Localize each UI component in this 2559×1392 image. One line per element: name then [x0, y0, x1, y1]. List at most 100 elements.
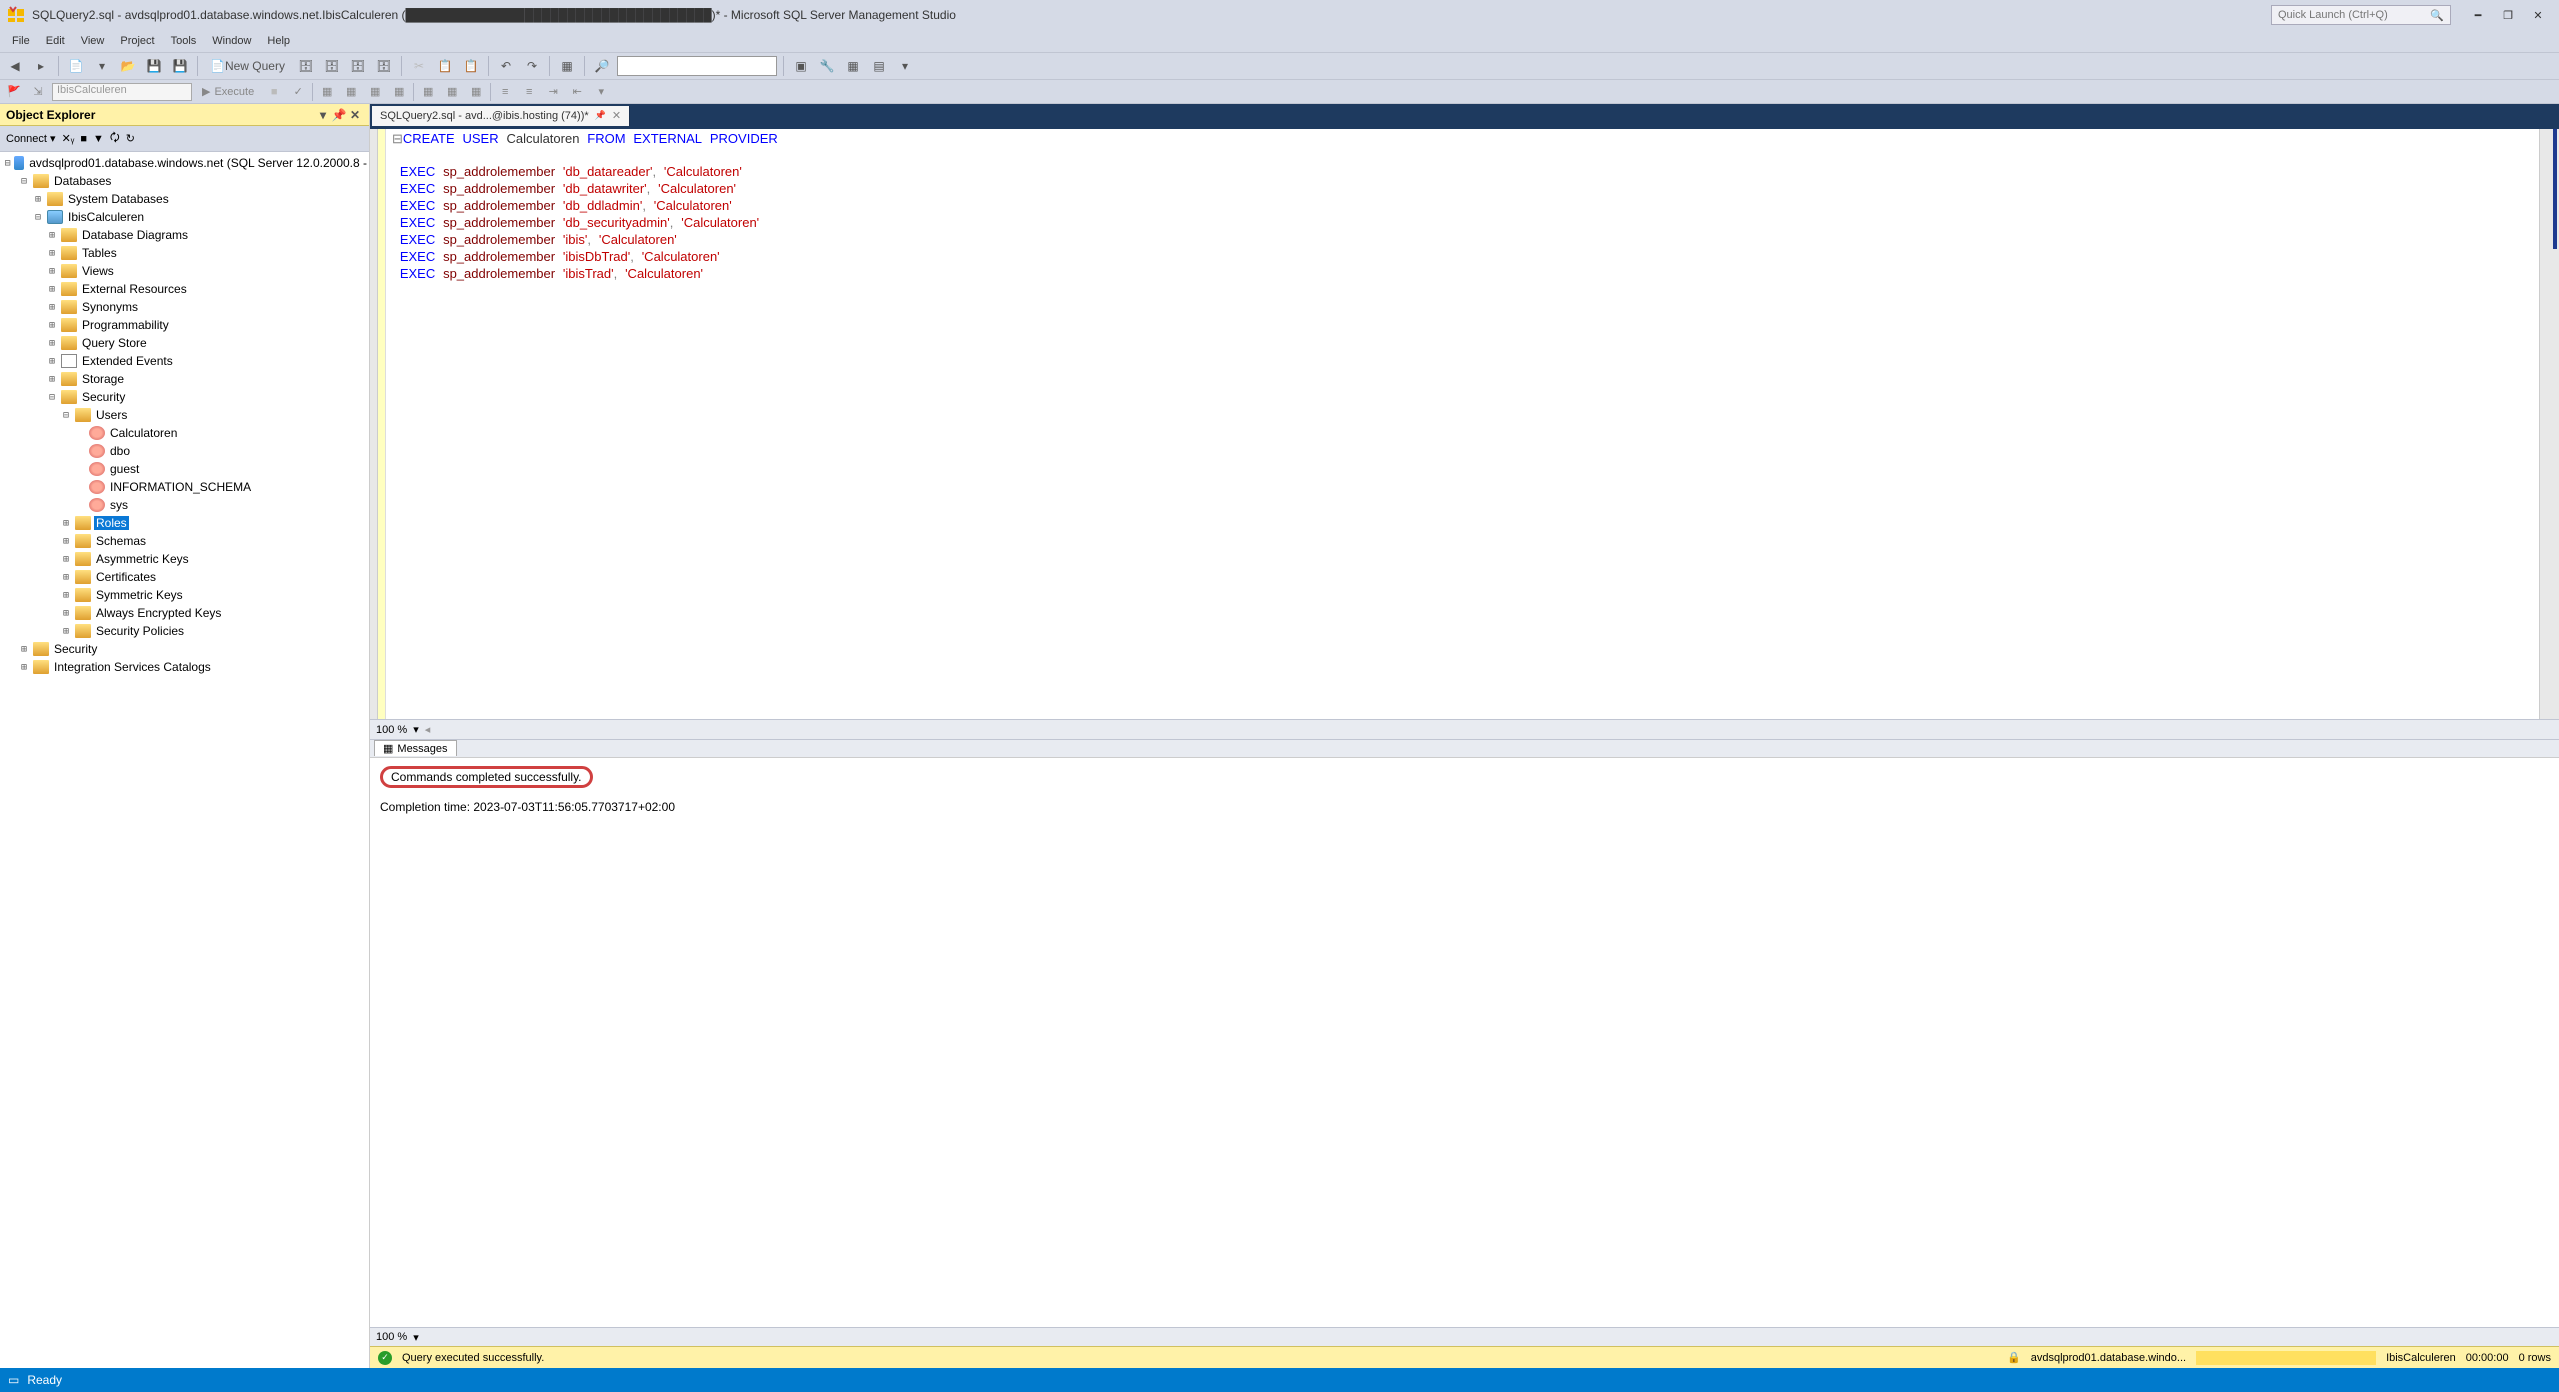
- tree-user-dbo[interactable]: dbo: [108, 444, 132, 458]
- stop-icon[interactable]: ■: [264, 82, 284, 102]
- new-dropdown-icon[interactable]: ▾: [91, 55, 113, 77]
- menu-project[interactable]: Project: [112, 33, 162, 49]
- results-file-icon[interactable]: ▦: [466, 82, 486, 102]
- uncomment-icon[interactable]: ≡: [519, 82, 539, 102]
- new-project-icon[interactable]: 📄: [65, 55, 87, 77]
- tree-roles[interactable]: Roles: [94, 516, 129, 530]
- save-all-icon[interactable]: 💾: [169, 55, 191, 77]
- tree-extended-events[interactable]: Extended Events: [80, 354, 175, 368]
- xmla-query-icon[interactable]: 🗄: [373, 55, 395, 77]
- connect-button[interactable]: Connect ▾: [6, 132, 56, 145]
- code-editor[interactable]: ⊟CREATE USER Calculatoren FROM EXTERNAL …: [370, 129, 2559, 719]
- indent-icon[interactable]: ⇥: [543, 82, 563, 102]
- maximize-button[interactable]: ❐: [2493, 5, 2523, 25]
- tree-ibiscalculeren[interactable]: IbisCalculeren: [66, 210, 146, 224]
- tree-symmetric-keys[interactable]: Symmetric Keys: [94, 588, 185, 602]
- tree-databases[interactable]: Databases: [52, 174, 113, 188]
- tree-asymmetric-keys[interactable]: Asymmetric Keys: [94, 552, 191, 566]
- find-icon[interactable]: 🔎: [591, 55, 613, 77]
- redo-icon[interactable]: ↷: [521, 55, 543, 77]
- undo-icon[interactable]: ↶: [495, 55, 517, 77]
- menu-edit[interactable]: Edit: [38, 33, 73, 49]
- registered-servers-icon[interactable]: ▣: [790, 55, 812, 77]
- code-scrollbar[interactable]: [2539, 129, 2559, 719]
- messages-zoom-dropdown-icon[interactable]: ▾: [413, 1331, 419, 1344]
- specify-values-icon[interactable]: ▾: [591, 82, 611, 102]
- tree-server[interactable]: avdsqlprod01.database.windows.net (SQL S…: [27, 156, 369, 170]
- tree-security-root[interactable]: Security: [52, 642, 99, 656]
- mdx-query-icon[interactable]: 🗄: [347, 55, 369, 77]
- tree-user-calculatoren[interactable]: Calculatoren: [108, 426, 179, 440]
- panel-dropdown-icon[interactable]: ▾: [315, 108, 331, 122]
- tree-synonyms[interactable]: Synonyms: [80, 300, 140, 314]
- use-db-icon[interactable]: ⇲: [28, 82, 48, 102]
- object-explorer-icon[interactable]: ▦: [842, 55, 864, 77]
- tree-query-store[interactable]: Query Store: [80, 336, 149, 350]
- save-icon[interactable]: 💾: [143, 55, 165, 77]
- object-tree[interactable]: ⊟avdsqlprod01.database.windows.net (SQL …: [0, 152, 369, 1368]
- live-stats-icon[interactable]: ▦: [389, 82, 409, 102]
- parse-icon[interactable]: ✓: [288, 82, 308, 102]
- estimated-plan-icon[interactable]: ▦: [317, 82, 337, 102]
- tree-programmability[interactable]: Programmability: [80, 318, 171, 332]
- zoom-level[interactable]: 100 %: [376, 724, 407, 736]
- results-grid-icon[interactable]: ▦: [418, 82, 438, 102]
- menu-file[interactable]: File: [4, 33, 38, 49]
- editor-tab-1[interactable]: SQLQuery2.sql - avd...@ibis.hosting (74)…: [372, 106, 630, 126]
- close-button[interactable]: ✕: [2523, 5, 2553, 25]
- tab-pin-icon[interactable]: 📌: [595, 110, 606, 121]
- quick-launch[interactable]: 🔍: [2271, 5, 2451, 25]
- tree-storage[interactable]: Storage: [80, 372, 126, 386]
- flag-icon[interactable]: 🚩: [4, 82, 24, 102]
- sync-icon[interactable]: ↻: [126, 132, 135, 145]
- activity-monitor-icon[interactable]: ▦: [556, 55, 578, 77]
- new-query-button[interactable]: 📄 New Query: [204, 55, 291, 77]
- tree-schemas[interactable]: Schemas: [94, 534, 148, 548]
- results-text-icon[interactable]: ▦: [442, 82, 462, 102]
- filter-icon[interactable]: ▼: [93, 133, 104, 145]
- tree-security-policies[interactable]: Security Policies: [94, 624, 186, 638]
- execute-button[interactable]: ▶ Execute: [196, 85, 260, 98]
- tree-users[interactable]: Users: [94, 408, 129, 422]
- tree-security[interactable]: Security: [80, 390, 127, 404]
- find-combo[interactable]: [617, 56, 777, 76]
- zoom-dropdown-icon[interactable]: ▾: [413, 723, 419, 736]
- tree-ext-resources[interactable]: External Resources: [80, 282, 189, 296]
- toolbar-dropdown-icon[interactable]: ▾: [894, 55, 916, 77]
- disconnect-icon[interactable]: ✕ᵧ: [62, 132, 75, 145]
- refresh-icon[interactable]: 🗘: [110, 129, 120, 148]
- panel-close-icon[interactable]: ✕: [347, 108, 363, 122]
- comment-icon[interactable]: ≡: [495, 82, 515, 102]
- messages-zoom-level[interactable]: 100 %: [376, 1331, 407, 1343]
- panel-pin-icon[interactable]: 📌: [331, 108, 347, 122]
- open-icon[interactable]: 📂: [117, 55, 139, 77]
- query-options-icon[interactable]: ▦: [341, 82, 361, 102]
- tree-integration-services[interactable]: Integration Services Catalogs: [52, 660, 213, 674]
- tree-always-encrypted[interactable]: Always Encrypted Keys: [94, 606, 223, 620]
- paste-icon[interactable]: 📋: [460, 55, 482, 77]
- messages-tab[interactable]: ▦ Messages: [374, 740, 457, 756]
- tab-close-icon[interactable]: ✕: [612, 109, 621, 122]
- analysis-query-icon[interactable]: 🗄: [321, 55, 343, 77]
- cut-icon[interactable]: ✂: [408, 55, 430, 77]
- tree-db-diagrams[interactable]: Database Diagrams: [80, 228, 190, 242]
- tree-user-guest[interactable]: guest: [108, 462, 141, 476]
- menu-tools[interactable]: Tools: [163, 33, 205, 49]
- minimize-button[interactable]: ━: [2463, 5, 2493, 25]
- tree-certificates[interactable]: Certificates: [94, 570, 158, 584]
- code-content[interactable]: ⊟CREATE USER Calculatoren FROM EXTERNAL …: [386, 129, 2539, 719]
- tree-views[interactable]: Views: [80, 264, 116, 278]
- quick-launch-input[interactable]: [2278, 9, 2430, 21]
- tree-user-sys[interactable]: sys: [108, 498, 130, 512]
- outdent-icon[interactable]: ⇤: [567, 82, 587, 102]
- copy-icon[interactable]: 📋: [434, 55, 456, 77]
- nav-fwd-icon[interactable]: ▸: [30, 55, 52, 77]
- database-combo[interactable]: IbisCalculeren: [52, 83, 192, 101]
- nav-back-icon[interactable]: ◀: [4, 55, 26, 77]
- stop-connect-icon[interactable]: ■: [80, 133, 87, 145]
- tree-user-info-schema[interactable]: INFORMATION_SCHEMA: [108, 480, 253, 494]
- menu-window[interactable]: Window: [204, 33, 259, 49]
- messages-panel[interactable]: Commands completed successfully. Complet…: [370, 757, 2559, 1327]
- tree-system-databases[interactable]: System Databases: [66, 192, 171, 206]
- template-explorer-icon[interactable]: ▤: [868, 55, 890, 77]
